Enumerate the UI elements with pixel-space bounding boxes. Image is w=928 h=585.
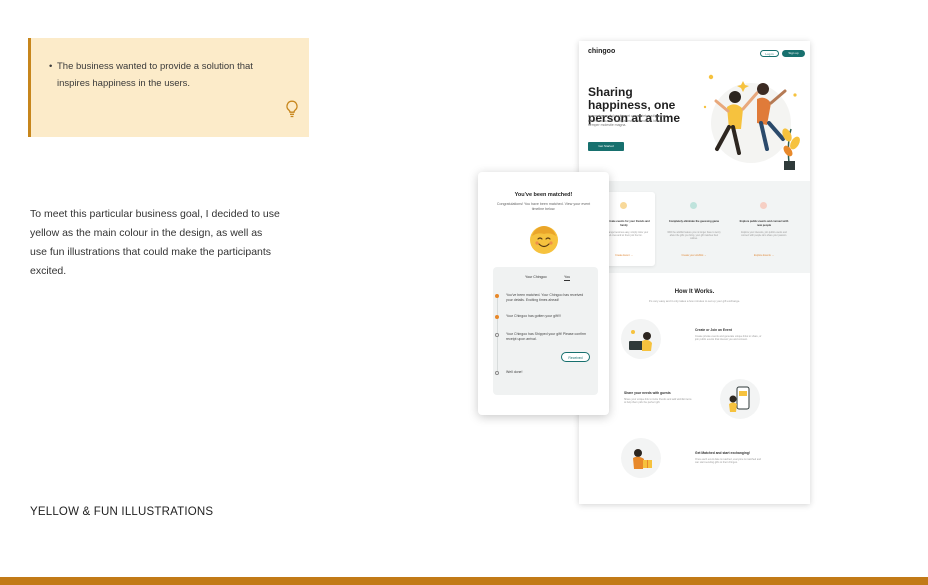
step-title: Get Matched and start exchanging!	[695, 451, 750, 455]
features-section: Create private events for your friends a…	[579, 181, 810, 273]
modal-title: You've been matched!	[514, 192, 573, 198]
feature-card-explore[interactable]: Explore public events and connect with n…	[733, 192, 795, 266]
step-desc: Share your unique link to invite friends…	[624, 398, 692, 405]
step-desc: Create private events and generate uniqu…	[695, 335, 762, 342]
step-illustration	[720, 379, 760, 419]
step-illustration	[621, 438, 661, 478]
received-button[interactable]: Received	[561, 352, 590, 362]
how-it-works-subtitle: It's very easy and it only takes a few m…	[648, 299, 741, 303]
get-started-button[interactable]: Get Started	[588, 142, 624, 151]
wishlist-icon	[690, 202, 697, 209]
lightbulb-icon	[285, 100, 299, 118]
feature-card-wishlist[interactable]: Completely eliminate the guessing game W…	[663, 192, 725, 266]
happy-face-icon	[528, 224, 560, 261]
feature-link[interactable]: Create your wishlist →	[667, 254, 721, 257]
step-illustration	[621, 319, 661, 359]
landing-page-mockup: chingoo Log in Sign up Sharing happiness…	[579, 41, 810, 504]
tab-you[interactable]: You	[564, 275, 571, 281]
people-icon	[760, 202, 767, 209]
callout-text: The business wanted to provide a solutio…	[49, 58, 277, 92]
hero-subtitle: Lorem ipsum dolor sit amet consectetur a…	[588, 114, 667, 128]
feature-title: Completely eliminate the guessing game	[668, 220, 720, 223]
timeline-dot-pending	[495, 333, 499, 337]
step-title: Create or Join an Event	[695, 328, 732, 332]
hero-illustration	[703, 74, 800, 170]
feature-link[interactable]: Explore Events →	[737, 254, 791, 257]
feature-title: Explore public events and connect with n…	[739, 220, 789, 227]
step-desc: Once each event date is reached, everyon…	[695, 458, 762, 465]
timeline-dot-pending	[495, 371, 499, 375]
bottom-bar	[0, 577, 928, 585]
chingoo-logo[interactable]: chingoo	[588, 48, 615, 55]
modal-subtitle: Congratulations! You have been matched. …	[496, 202, 591, 211]
section-caption: YELLOW & FUN ILLUSTRATIONS	[30, 506, 214, 518]
how-it-works-title: How It Works.	[674, 289, 715, 295]
matched-modal: You've been matched! Congratulations! Yo…	[478, 172, 609, 415]
timeline-event: Well done!	[506, 370, 523, 374]
timeline-event: You've been matched. Your Chingoo has re…	[506, 293, 584, 302]
signup-button[interactable]: Sign up	[782, 50, 805, 57]
feature-desc: Explore your interests, join public even…	[741, 232, 787, 237]
step-title: Share your needs with guests	[624, 391, 671, 395]
timeline-dot-done	[495, 315, 499, 319]
feature-desc: With the wishlist feature you no longer …	[667, 232, 721, 240]
timeline-event: Your Chingoo has Shipped your gift! Plea…	[506, 332, 587, 341]
event-timeline-panel: Your Chingoo You You've been matched. Yo…	[493, 267, 598, 395]
login-button[interactable]: Log in	[760, 50, 779, 57]
body-paragraph: To meet this particular business goal, I…	[30, 208, 280, 277]
timeline-event: Your Chingoo has gotten your gift!!!	[506, 314, 561, 318]
tab-your-chingoo[interactable]: Your Chingoo	[525, 275, 547, 279]
timeline-dot-done	[495, 294, 499, 298]
gift-icon	[620, 202, 627, 209]
insight-callout: The business wanted to provide a solutio…	[28, 38, 309, 137]
